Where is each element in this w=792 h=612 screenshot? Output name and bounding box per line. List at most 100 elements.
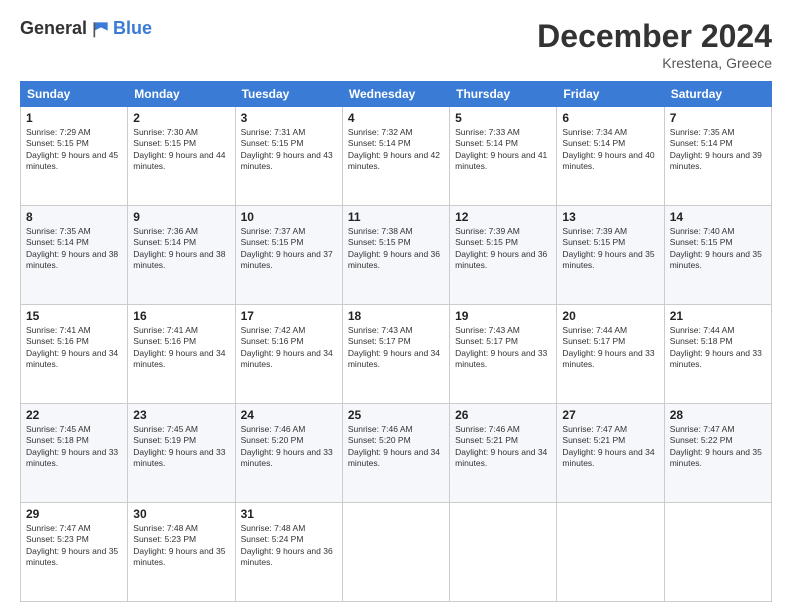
header-thursday: Thursday <box>450 82 557 107</box>
table-row: 11 Sunrise: 7:38 AMSunset: 5:15 PMDaylig… <box>342 206 449 305</box>
day-info: Sunrise: 7:46 AMSunset: 5:20 PMDaylight:… <box>348 424 440 468</box>
day-number: 18 <box>348 309 444 323</box>
day-number: 7 <box>670 111 766 125</box>
header-saturday: Saturday <box>664 82 771 107</box>
day-info: Sunrise: 7:34 AMSunset: 5:14 PMDaylight:… <box>562 127 654 171</box>
table-row: 28 Sunrise: 7:47 AMSunset: 5:22 PMDaylig… <box>664 404 771 503</box>
logo-blue-text: Blue <box>113 18 152 39</box>
day-info: Sunrise: 7:41 AMSunset: 5:16 PMDaylight:… <box>133 325 225 369</box>
day-info: Sunrise: 7:43 AMSunset: 5:17 PMDaylight:… <box>348 325 440 369</box>
header: General Blue December 2024 Krestena, Gre… <box>20 18 772 71</box>
day-number: 15 <box>26 309 122 323</box>
table-row: 1 Sunrise: 7:29 AMSunset: 5:15 PMDayligh… <box>21 107 128 206</box>
day-number: 6 <box>562 111 658 125</box>
location: Krestena, Greece <box>537 55 772 71</box>
table-row: 19 Sunrise: 7:43 AMSunset: 5:17 PMDaylig… <box>450 305 557 404</box>
table-row: 22 Sunrise: 7:45 AMSunset: 5:18 PMDaylig… <box>21 404 128 503</box>
day-number: 30 <box>133 507 229 521</box>
day-info: Sunrise: 7:46 AMSunset: 5:21 PMDaylight:… <box>455 424 547 468</box>
day-number: 22 <box>26 408 122 422</box>
day-number: 19 <box>455 309 551 323</box>
table-row: 27 Sunrise: 7:47 AMSunset: 5:21 PMDaylig… <box>557 404 664 503</box>
table-row: 23 Sunrise: 7:45 AMSunset: 5:19 PMDaylig… <box>128 404 235 503</box>
table-row: 17 Sunrise: 7:42 AMSunset: 5:16 PMDaylig… <box>235 305 342 404</box>
day-info: Sunrise: 7:47 AMSunset: 5:21 PMDaylight:… <box>562 424 654 468</box>
day-info: Sunrise: 7:46 AMSunset: 5:20 PMDaylight:… <box>241 424 333 468</box>
day-info: Sunrise: 7:44 AMSunset: 5:18 PMDaylight:… <box>670 325 762 369</box>
day-number: 17 <box>241 309 337 323</box>
day-info: Sunrise: 7:29 AMSunset: 5:15 PMDaylight:… <box>26 127 118 171</box>
table-row: 29 Sunrise: 7:47 AMSunset: 5:23 PMDaylig… <box>21 503 128 602</box>
day-info: Sunrise: 7:36 AMSunset: 5:14 PMDaylight:… <box>133 226 225 270</box>
day-number: 5 <box>455 111 551 125</box>
table-row: 15 Sunrise: 7:41 AMSunset: 5:16 PMDaylig… <box>21 305 128 404</box>
day-info: Sunrise: 7:45 AMSunset: 5:18 PMDaylight:… <box>26 424 118 468</box>
logo-flag-icon <box>91 19 111 39</box>
day-number: 2 <box>133 111 229 125</box>
day-number: 31 <box>241 507 337 521</box>
day-number: 29 <box>26 507 122 521</box>
day-number: 28 <box>670 408 766 422</box>
header-wednesday: Wednesday <box>342 82 449 107</box>
day-number: 3 <box>241 111 337 125</box>
day-number: 10 <box>241 210 337 224</box>
table-row: 21 Sunrise: 7:44 AMSunset: 5:18 PMDaylig… <box>664 305 771 404</box>
calendar-week-row: 15 Sunrise: 7:41 AMSunset: 5:16 PMDaylig… <box>21 305 772 404</box>
day-info: Sunrise: 7:40 AMSunset: 5:15 PMDaylight:… <box>670 226 762 270</box>
day-number: 21 <box>670 309 766 323</box>
day-info: Sunrise: 7:31 AMSunset: 5:15 PMDaylight:… <box>241 127 333 171</box>
day-info: Sunrise: 7:42 AMSunset: 5:16 PMDaylight:… <box>241 325 333 369</box>
header-friday: Friday <box>557 82 664 107</box>
day-number: 23 <box>133 408 229 422</box>
table-row: 2 Sunrise: 7:30 AMSunset: 5:15 PMDayligh… <box>128 107 235 206</box>
day-number: 8 <box>26 210 122 224</box>
table-row: 26 Sunrise: 7:46 AMSunset: 5:21 PMDaylig… <box>450 404 557 503</box>
table-row: 25 Sunrise: 7:46 AMSunset: 5:20 PMDaylig… <box>342 404 449 503</box>
table-row <box>664 503 771 602</box>
day-info: Sunrise: 7:48 AMSunset: 5:24 PMDaylight:… <box>241 523 333 567</box>
day-info: Sunrise: 7:39 AMSunset: 5:15 PMDaylight:… <box>455 226 547 270</box>
day-number: 9 <box>133 210 229 224</box>
day-number: 16 <box>133 309 229 323</box>
day-number: 14 <box>670 210 766 224</box>
day-info: Sunrise: 7:37 AMSunset: 5:15 PMDaylight:… <box>241 226 333 270</box>
table-row: 16 Sunrise: 7:41 AMSunset: 5:16 PMDaylig… <box>128 305 235 404</box>
table-row: 10 Sunrise: 7:37 AMSunset: 5:15 PMDaylig… <box>235 206 342 305</box>
header-tuesday: Tuesday <box>235 82 342 107</box>
day-info: Sunrise: 7:35 AMSunset: 5:14 PMDaylight:… <box>670 127 762 171</box>
day-number: 11 <box>348 210 444 224</box>
day-number: 27 <box>562 408 658 422</box>
day-info: Sunrise: 7:35 AMSunset: 5:14 PMDaylight:… <box>26 226 118 270</box>
day-number: 12 <box>455 210 551 224</box>
logo: General Blue <box>20 18 152 39</box>
month-title: December 2024 <box>537 18 772 55</box>
day-info: Sunrise: 7:48 AMSunset: 5:23 PMDaylight:… <box>133 523 225 567</box>
table-row: 8 Sunrise: 7:35 AMSunset: 5:14 PMDayligh… <box>21 206 128 305</box>
table-row: 3 Sunrise: 7:31 AMSunset: 5:15 PMDayligh… <box>235 107 342 206</box>
table-row: 13 Sunrise: 7:39 AMSunset: 5:15 PMDaylig… <box>557 206 664 305</box>
weekday-header-row: Sunday Monday Tuesday Wednesday Thursday… <box>21 82 772 107</box>
day-info: Sunrise: 7:43 AMSunset: 5:17 PMDaylight:… <box>455 325 547 369</box>
day-number: 20 <box>562 309 658 323</box>
table-row <box>342 503 449 602</box>
logo-general-text: General <box>20 18 87 39</box>
day-info: Sunrise: 7:47 AMSunset: 5:23 PMDaylight:… <box>26 523 118 567</box>
day-number: 24 <box>241 408 337 422</box>
header-monday: Monday <box>128 82 235 107</box>
calendar-table: Sunday Monday Tuesday Wednesday Thursday… <box>20 81 772 602</box>
day-info: Sunrise: 7:30 AMSunset: 5:15 PMDaylight:… <box>133 127 225 171</box>
table-row: 30 Sunrise: 7:48 AMSunset: 5:23 PMDaylig… <box>128 503 235 602</box>
table-row: 6 Sunrise: 7:34 AMSunset: 5:14 PMDayligh… <box>557 107 664 206</box>
table-row: 7 Sunrise: 7:35 AMSunset: 5:14 PMDayligh… <box>664 107 771 206</box>
table-row: 12 Sunrise: 7:39 AMSunset: 5:15 PMDaylig… <box>450 206 557 305</box>
day-info: Sunrise: 7:45 AMSunset: 5:19 PMDaylight:… <box>133 424 225 468</box>
header-sunday: Sunday <box>21 82 128 107</box>
day-info: Sunrise: 7:47 AMSunset: 5:22 PMDaylight:… <box>670 424 762 468</box>
day-number: 4 <box>348 111 444 125</box>
table-row: 18 Sunrise: 7:43 AMSunset: 5:17 PMDaylig… <box>342 305 449 404</box>
title-block: December 2024 Krestena, Greece <box>537 18 772 71</box>
table-row <box>450 503 557 602</box>
day-number: 1 <box>26 111 122 125</box>
day-info: Sunrise: 7:33 AMSunset: 5:14 PMDaylight:… <box>455 127 547 171</box>
table-row: 20 Sunrise: 7:44 AMSunset: 5:17 PMDaylig… <box>557 305 664 404</box>
